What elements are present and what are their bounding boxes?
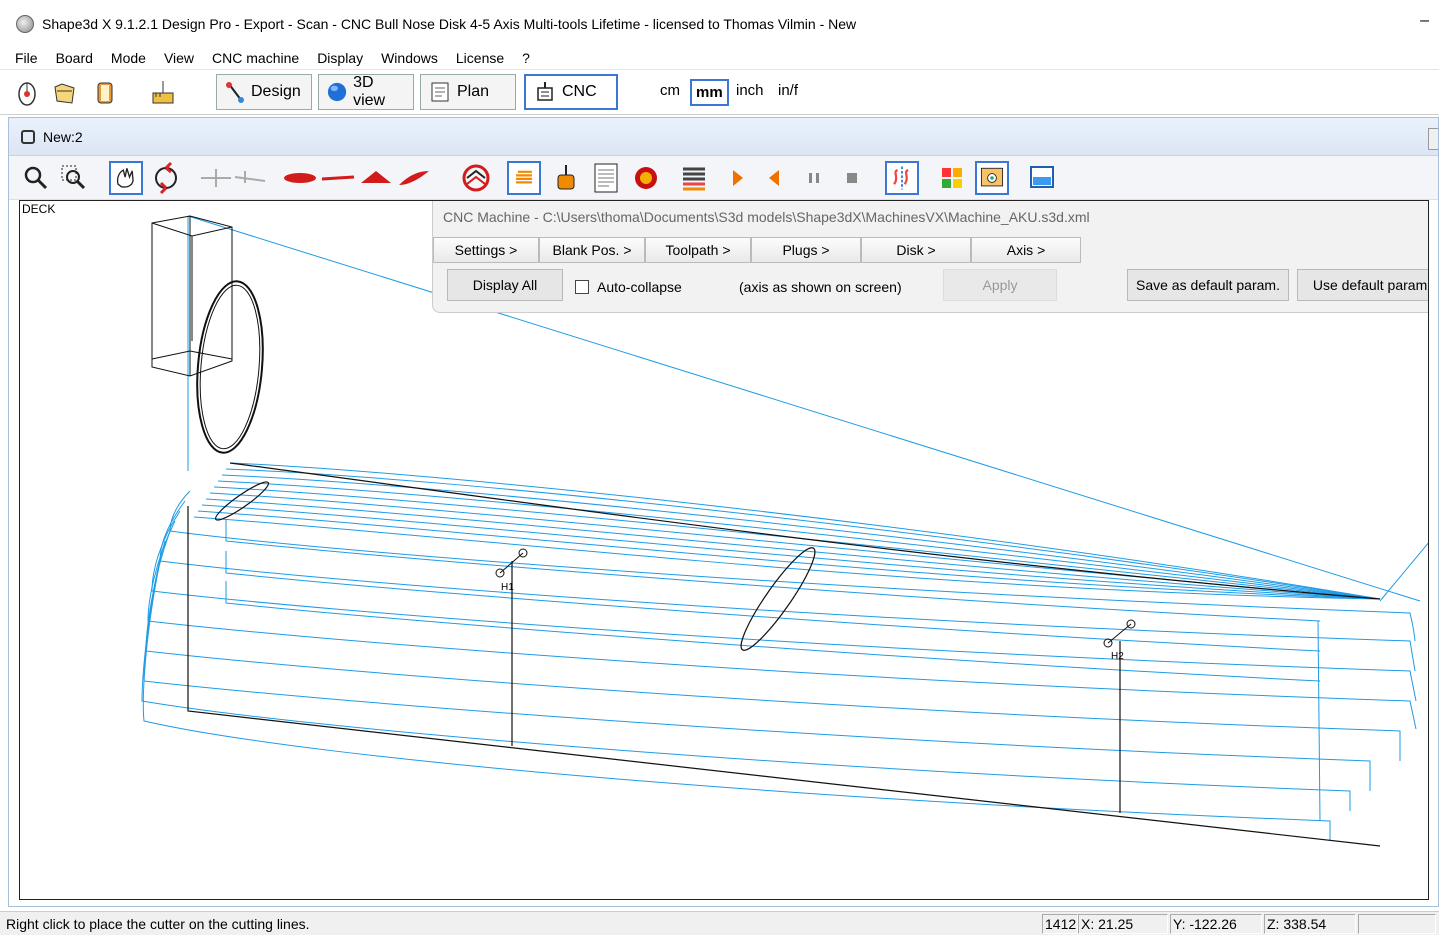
preview-window-icon[interactable] [975,161,1009,195]
menu-license[interactable]: License [447,50,513,66]
plan-document-icon [431,82,449,102]
cutter-disk[interactable] [151,215,269,455]
stop-simulation-icon[interactable] [629,161,663,195]
document-title-bar: New:2 [9,118,1438,156]
board-section-red-icon[interactable] [359,161,393,195]
cnc-target-icon[interactable] [459,161,493,195]
cutter-icon[interactable] [549,161,583,195]
status-empty-cell [1358,914,1436,934]
zoom-window-icon[interactable] [57,161,91,195]
auto-collapse-checkbox[interactable]: Auto-collapse [575,279,682,295]
cnc-tabs: Settings > Blank Pos. > Toolpath > Plugs… [433,237,1081,263]
mouse-icon[interactable] [14,79,40,107]
unit-inch[interactable]: inch [732,79,768,102]
status-x-coordinate: X: 21.25 [1078,914,1168,934]
cnc-robot-icon [21,129,35,144]
globe-icon [327,82,347,102]
play-backward-icon[interactable] [757,161,791,195]
status-bar: Right click to place the cutter on the c… [0,911,1439,935]
design-mode-button[interactable]: Design [216,74,312,110]
projection-line [1379,542,1428,602]
menu-windows[interactable]: Windows [372,50,447,66]
toolpath-lines [141,462,1417,841]
plan-mode-button[interactable]: Plan [420,74,516,110]
tab-axis[interactable]: Axis > [971,237,1081,263]
align-horizontal-icon[interactable] [199,161,233,195]
color-grid-icon[interactable] [935,161,969,195]
design-pen-icon [226,82,244,103]
tab-disk[interactable]: Disk > [861,237,971,263]
3d-view-label: 3D view [353,74,386,109]
status-count: 1412 [1042,914,1078,934]
unit-mm[interactable]: mm [690,79,729,106]
apply-button[interactable]: Apply [943,269,1057,301]
minimize-button[interactable]: – [1420,12,1429,30]
menu-file[interactable]: File [6,50,47,66]
design-mode-label: Design [251,83,301,100]
machine-file-path: CNC Machine - C:\Users\thoma\Documents\S… [443,209,1090,225]
symmetry-icon[interactable] [885,161,919,195]
checkbox-box[interactable] [575,280,589,294]
display-all-button[interactable]: Display All [447,269,563,301]
board-model-lines [187,462,1381,847]
zoom-icon[interactable] [19,161,53,195]
status-y-coordinate: Y: -122.26 [1170,914,1262,934]
toolpath-lines-icon[interactable] [507,161,541,195]
unit-in-f[interactable]: in/f [774,79,802,102]
board-profile-red-icon[interactable] [321,161,355,195]
main-toolbar: Design 3D view Plan CNC cm mm inch in/f [0,71,1439,115]
align-rocker-icon[interactable] [233,161,267,195]
pan-hand-icon[interactable] [109,161,143,195]
menu-display[interactable]: Display [308,50,372,66]
pause-icon[interactable] [797,161,831,195]
document-window: New:2 DECK H1 H2 CNC Machine - C:\Users\… [8,117,1439,907]
cnc-mode-button[interactable]: CNC [524,74,618,110]
plan-mode-label: Plan [457,83,490,100]
tab-blank-pos[interactable]: Blank Pos. > [539,237,645,263]
tab-toolpath[interactable]: Toolpath > [645,237,751,263]
stop-icon[interactable] [835,161,869,195]
restore-button[interactable] [1428,128,1438,150]
menu-mode[interactable]: Mode [102,50,155,66]
app-logo-icon [16,15,34,33]
auto-collapse-label: Auto-collapse [597,279,682,295]
view-toolbar [9,156,1438,200]
measure-tool-icon[interactable] [150,79,176,107]
3d-view-button[interactable]: 3D view [318,74,414,110]
status-z-coordinate: Z: 338.54 [1264,914,1356,934]
menu-board[interactable]: Board [47,50,102,66]
3d-viewport[interactable]: DECK H1 H2 CNC Machine - C:\Users\thoma\… [19,200,1429,900]
save-default-button[interactable]: Save as default param. [1127,269,1289,301]
axis-note: (axis as shown on screen) [739,279,902,295]
gcode-file-icon[interactable] [589,161,623,195]
window-title: Shape3d X 9.1.2.1 Design Pro - Export - … [42,16,857,32]
marker-h2-label: H2 [1111,651,1124,662]
menu-view[interactable]: View [155,50,203,66]
cnc-robot-icon [537,82,553,101]
status-message: Right click to place the cutter on the c… [6,916,310,932]
use-default-button[interactable]: Use default param. [1297,269,1428,301]
tab-settings[interactable]: Settings > [433,237,539,263]
menu-help[interactable]: ? [513,50,539,66]
unit-cm[interactable]: cm [656,79,684,102]
document-title: New:2 [43,128,83,145]
cnc-mode-label: CNC [562,83,597,100]
cnc-machine-panel: CNC Machine - C:\Users\thoma\Documents\S… [432,201,1428,313]
stack-layers-icon[interactable] [677,161,711,195]
menu-cnc-machine[interactable]: CNC machine [203,50,308,66]
board-rail-red-icon[interactable] [397,161,431,195]
board-outline-red-icon[interactable] [283,161,317,195]
board-file-icon[interactable] [92,79,118,107]
rotate-icon[interactable] [149,161,183,195]
tab-plugs[interactable]: Plugs > [751,237,861,263]
display-monitor-icon[interactable] [1025,161,1059,195]
title-bar: Shape3d X 9.1.2.1 Design Pro - Export - … [0,0,1439,48]
play-forward-icon[interactable] [721,161,755,195]
open-folder-icon[interactable] [52,79,78,107]
marker-h1-label: H1 [501,582,514,593]
menu-bar: File Board Mode View CNC machine Display… [0,46,1439,70]
